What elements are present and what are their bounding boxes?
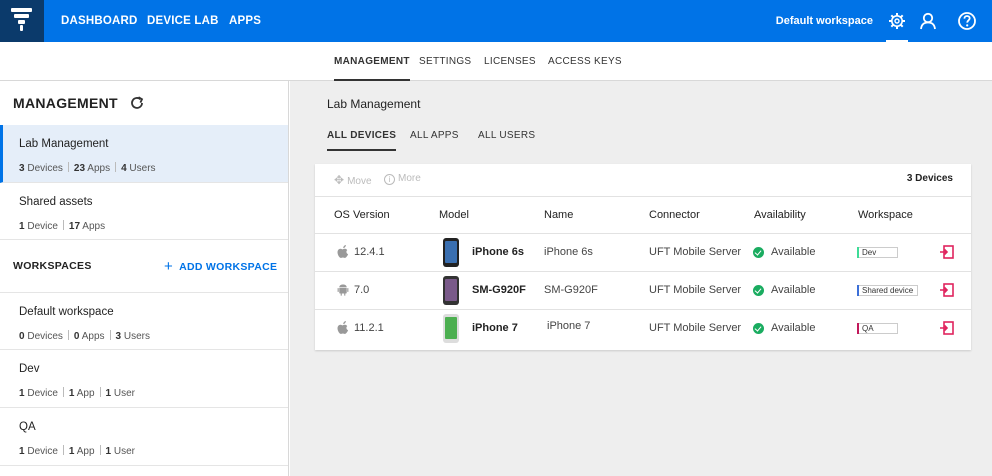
page-title: Lab Management <box>327 97 421 111</box>
availability-status: Available <box>771 284 816 296</box>
device-model[interactable]: iPhone 7 <box>472 322 518 334</box>
tab-settings[interactable]: SETTINGS <box>419 42 471 81</box>
device-name: iPhone 7 <box>547 320 591 332</box>
sidebar: MANAGEMENT Lab Management 3 Devices 23 Ap… <box>0 81 289 476</box>
top-bar: DASHBOARD DEVICE LAB APPS Default worksp… <box>0 0 992 42</box>
workspace-tag: Shared device <box>857 285 918 296</box>
logo[interactable] <box>0 0 44 42</box>
sidebar-item-qa[interactable]: QA 1 Device 1 App 1 User <box>0 408 288 466</box>
android-icon <box>337 284 349 296</box>
nav-dashboard[interactable]: DASHBOARD <box>61 0 138 42</box>
main-panel: Lab Management ALL DEVICES ALL APPS ALL … <box>290 81 992 476</box>
sidebar-title: MANAGEMENT <box>13 95 118 111</box>
add-workspace-button[interactable]: + ADD WORKSPACE <box>164 258 277 275</box>
sub-navigation: MANAGEMENT SETTINGS LICENSES ACCESS KEYS <box>0 42 992 81</box>
plus-icon: + <box>164 258 174 275</box>
settings-icon[interactable] <box>887 11 907 31</box>
column-header-connector[interactable]: Connector <box>649 209 700 221</box>
check-icon <box>753 247 764 258</box>
sidebar-item-label: Default workspace <box>19 306 114 318</box>
sidebar-item-meta: 0 Devices 0 Apps 3 Users <box>19 330 150 342</box>
user-icon[interactable] <box>918 11 938 31</box>
tab-all-users[interactable]: ALL USERS <box>478 130 535 150</box>
sidebar-item-lab-management[interactable]: Lab Management 3 Devices 23 Apps 4 Users <box>0 125 288 183</box>
device-name: iPhone 6s <box>544 246 593 258</box>
move-icon: ✥ <box>334 173 345 187</box>
sidebar-item-label: QA <box>19 421 36 433</box>
sidebar-item-label: Lab Management <box>19 138 109 150</box>
device-thumbnail <box>443 238 459 267</box>
table-row[interactable]: 12.4.1 iPhone 6s iPhone 6s UFT Mobile Se… <box>315 234 971 272</box>
apple-icon <box>337 321 349 334</box>
more-button[interactable]: i More <box>384 173 421 185</box>
tab-all-devices[interactable]: ALL DEVICES <box>327 130 397 151</box>
open-device-icon[interactable] <box>939 244 955 260</box>
device-model[interactable]: SM-G920F <box>472 284 526 296</box>
connector: UFT Mobile Server <box>649 284 742 296</box>
os-version: 12.4.1 <box>354 246 385 258</box>
column-header-model[interactable]: Model <box>439 209 469 221</box>
availability-status: Available <box>771 246 816 258</box>
move-button[interactable]: ✥ Move <box>334 173 372 187</box>
os-version: 7.0 <box>354 284 370 296</box>
check-icon <box>753 323 764 334</box>
tab-management[interactable]: MANAGEMENT <box>334 42 410 81</box>
device-model[interactable]: iPhone 6s <box>472 246 524 258</box>
column-header-workspace[interactable]: Workspace <box>858 209 913 221</box>
workspaces-label: WORKSPACES <box>13 260 92 272</box>
table-row[interactable]: 11.2.1 iPhone 7 iPhone 7 UFT Mobile Serv… <box>315 310 971 348</box>
sidebar-item-meta: 1 Device 1 App 1 User <box>19 445 135 457</box>
tab-access-keys[interactable]: ACCESS KEYS <box>548 42 622 81</box>
os-version: 11.2.1 <box>354 322 384 334</box>
open-device-icon[interactable] <box>939 282 955 298</box>
column-header-os-version[interactable]: OS Version <box>334 209 390 221</box>
device-count: 3 Devices <box>906 173 953 184</box>
sidebar-item-meta: 3 Devices 23 Apps 4 Users <box>19 162 156 174</box>
apple-icon <box>337 245 349 258</box>
column-header-name[interactable]: Name <box>544 209 573 221</box>
nav-apps[interactable]: APPS <box>229 0 261 42</box>
devices-table: ✥ Move i More 3 Devices OS Version Model N… <box>315 164 971 350</box>
sidebar-item-dev[interactable]: Dev 1 Device 1 App 1 User <box>0 350 288 408</box>
table-header: OS Version Model Name Connector Availabi… <box>315 196 971 234</box>
check-icon <box>753 285 764 296</box>
open-device-icon[interactable] <box>939 320 955 336</box>
workspace-tag: QA <box>857 323 898 334</box>
device-thumbnail <box>443 314 459 343</box>
sidebar-item-label: Shared assets <box>19 196 93 208</box>
sidebar-item-meta: 1 Device 1 App 1 User <box>19 387 135 399</box>
device-thumbnail <box>443 276 459 305</box>
tab-all-apps[interactable]: ALL APPS <box>410 130 459 150</box>
connector: UFT Mobile Server <box>649 246 742 258</box>
nav-device-lab[interactable]: DEVICE LAB <box>147 0 219 42</box>
refresh-icon[interactable] <box>129 95 145 111</box>
table-row[interactable]: 7.0 SM-G920F SM-G920F UFT Mobile Server … <box>315 272 971 310</box>
workspace-tag: Dev <box>857 247 898 258</box>
help-icon[interactable] <box>957 11 977 31</box>
tab-licenses[interactable]: LICENSES <box>484 42 536 81</box>
workspaces-header: WORKSPACES + ADD WORKSPACE <box>0 240 288 293</box>
sidebar-item-default-workspace[interactable]: Default workspace 0 Devices 0 Apps 3 Users <box>0 293 288 350</box>
column-header-availability[interactable]: Availability <box>754 209 806 221</box>
table-toolbar: ✥ Move i More 3 Devices <box>315 164 971 196</box>
info-icon: i <box>384 174 395 185</box>
sidebar-item-shared-assets[interactable]: Shared assets 1 Device 17 Apps <box>0 183 288 240</box>
workspace-selector[interactable]: Default workspace <box>776 0 873 42</box>
availability-status: Available <box>771 322 816 334</box>
sidebar-item-meta: 1 Device 17 Apps <box>19 220 106 232</box>
sidebar-item-label: Dev <box>19 363 40 375</box>
connector: UFT Mobile Server <box>649 322 742 334</box>
device-name: SM-G920F <box>544 284 598 296</box>
